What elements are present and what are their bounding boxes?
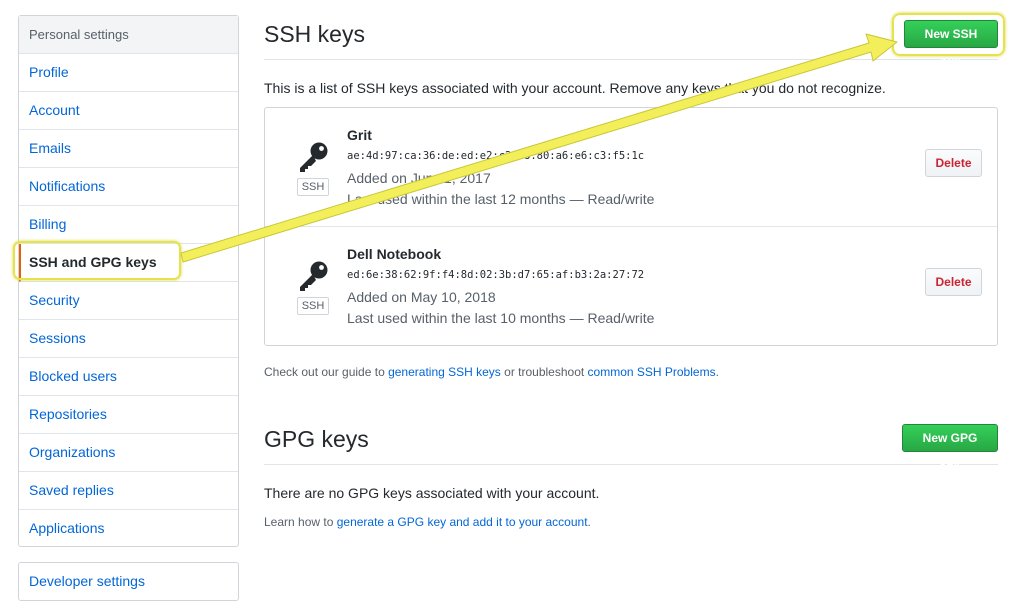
gpg-learn-suffix: . [587,515,591,529]
sidebar-item-profile[interactable]: Profile [19,54,238,92]
sidebar-item-billing[interactable]: Billing [19,206,238,244]
ssh-description: This is a list of SSH keys associated wi… [264,80,886,96]
key-icon [300,261,328,291]
ssh-type-badge: SSH [297,297,329,315]
gpg-keys-title: GPG keys [264,426,369,452]
ssh-type-badge: SSH [297,178,329,196]
key-icon [300,142,328,172]
sidebar-item-developer-settings[interactable]: Developer settings [19,563,238,600]
delete-ssh-key-button[interactable]: Delete [925,268,982,296]
gpg-learn-text: Learn how to generate a GPG key and add … [264,515,591,529]
sidebar-item-blocked-users[interactable]: Blocked users [19,358,238,396]
ssh-key-row: SSH Dell Notebook ed:6e:38:62:9f:f4:8d:0… [265,227,997,346]
ssh-guide-suffix: . [715,365,719,379]
ssh-key-title: Dell Notebook [347,246,442,262]
ssh-keys-list: SSH Grit ae:4d:97:ca:36:de:ed:e2:c2:f8:8… [264,107,998,346]
gpg-title-divider [264,464,998,465]
sidebar-item-repositories[interactable]: Repositories [19,396,238,434]
ssh-title-divider [264,59,998,60]
ssh-guide-text: Check out our guide to generating SSH ke… [264,365,719,379]
sidebar-item-organizations[interactable]: Organizations [19,434,238,472]
sidebar-item-account[interactable]: Account [19,92,238,130]
ssh-key-added-date: Added on Jun 11, 2017 [347,170,491,186]
ssh-key-fingerprint: ed:6e:38:62:9f:f4:8d:02:3b:d7:65:af:b3:2… [347,269,645,281]
ssh-guide-middle: or troubleshoot [500,365,588,379]
sidebar-item-applications[interactable]: Applications [19,510,238,548]
new-ssh-key-button[interactable]: New SSH key [904,20,998,67]
new-gpg-key-button[interactable]: New GPG key [902,424,998,471]
sidebar-item-ssh-gpg-keys[interactable]: SSH and GPG keys [19,244,238,282]
delete-ssh-key-button[interactable]: Delete [925,149,982,177]
ssh-key-fingerprint: ae:4d:97:ca:36:de:ed:e2:c2:f8:80:a6:e6:c… [347,150,645,162]
sidebar-header: Personal settings [19,16,238,54]
developer-settings-box: Developer settings [18,562,239,601]
sidebar-item-security[interactable]: Security [19,282,238,320]
sidebar-item-emails[interactable]: Emails [19,130,238,168]
ssh-key-row: SSH Grit ae:4d:97:ca:36:de:ed:e2:c2:f8:8… [265,108,997,227]
ssh-keys-title: SSH keys [264,21,365,47]
ssh-key-added-date: Added on May 10, 2018 [347,289,496,305]
ssh-key-last-used: Last used within the last 12 months — Re… [347,191,655,207]
sidebar-item-sessions[interactable]: Sessions [19,320,238,358]
gpg-empty-text: There are no GPG keys associated with yo… [264,485,600,501]
generating-ssh-keys-link[interactable]: generating SSH keys [388,365,501,379]
ssh-key-title: Grit [347,127,372,143]
generate-gpg-key-link[interactable]: generate a GPG key and add it to your ac… [337,515,588,529]
sidebar-item-notifications[interactable]: Notifications [19,168,238,206]
ssh-guide-prefix: Check out our guide to [264,365,389,379]
gpg-learn-prefix: Learn how to [264,515,337,529]
settings-sidebar: Personal settings Profile Account Emails… [18,15,239,547]
common-ssh-problems-link[interactable]: common SSH Problems [588,365,716,379]
ssh-key-last-used: Last used within the last 10 months — Re… [347,310,655,326]
sidebar-item-saved-replies[interactable]: Saved replies [19,472,238,510]
